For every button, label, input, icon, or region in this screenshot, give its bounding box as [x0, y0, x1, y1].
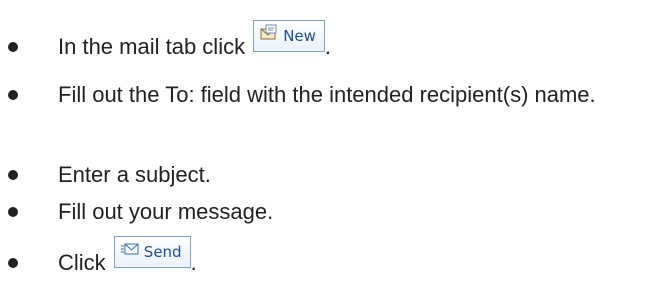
step-3-text: Enter a subject.	[58, 162, 211, 187]
send-button[interactable]: Send	[113, 236, 191, 269]
step-1-suffix: .	[324, 34, 332, 59]
bullet-icon	[8, 207, 18, 217]
step-2-text: Fill out the To: field with the intended…	[58, 82, 596, 107]
send-mail-icon	[120, 236, 139, 266]
bullet-icon	[8, 42, 18, 52]
list-item: Enter a subject.	[0, 158, 652, 192]
list-item: Fill out your message.	[0, 195, 652, 229]
step-5-text: Click	[58, 250, 106, 275]
new-button[interactable]: New	[253, 20, 325, 53]
step-4-text: Fill out your message.	[58, 199, 274, 224]
list-item: Click Send .	[0, 236, 652, 280]
new-mail-icon	[260, 20, 278, 50]
step-1-text: In the mail tab click	[58, 34, 246, 59]
list-item: Fill out the To: field with the intended…	[0, 78, 652, 146]
new-button-label: New	[283, 27, 316, 46]
step-5-suffix: .	[190, 250, 197, 275]
send-button-label: Send	[143, 243, 182, 262]
bullet-icon	[8, 170, 18, 180]
bullet-icon	[8, 258, 18, 268]
step-text: In the mail tab click New .	[58, 20, 332, 64]
bullet-icon	[8, 90, 18, 100]
step-text: Click Send .	[58, 236, 197, 280]
list-item: In the mail tab click New .	[0, 20, 652, 64]
